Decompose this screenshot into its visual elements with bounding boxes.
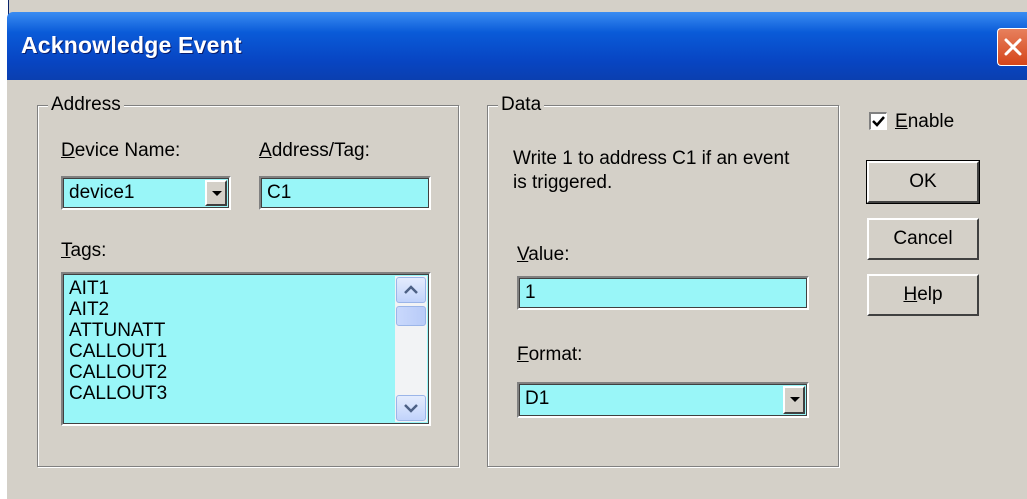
list-item[interactable]: ATTUNATT	[69, 320, 389, 341]
value-input[interactable]: 1	[517, 276, 809, 310]
data-group-title: Data	[498, 94, 545, 116]
address-tag-label: Address/Tag:	[259, 140, 370, 161]
device-name-dropdown[interactable]: device1	[61, 176, 231, 210]
format-dropdown[interactable]: D1	[517, 382, 809, 418]
data-description-line1: Write 1 to address C1 if an event	[513, 148, 790, 169]
tags-scrollbar[interactable]	[395, 276, 427, 422]
list-item[interactable]: CALLOUT2	[69, 362, 389, 383]
scroll-thumb[interactable]	[396, 306, 426, 326]
enable-checkbox[interactable]	[869, 112, 887, 130]
help-button-label: Help	[903, 284, 943, 305]
chevron-down-icon[interactable]	[783, 386, 805, 414]
cancel-button[interactable]: Cancel	[867, 218, 979, 260]
list-item[interactable]: CALLOUT3	[69, 383, 389, 404]
list-item[interactable]: AIT1	[69, 278, 389, 299]
dialog-window: Acknowledge Event Address Device Name: d…	[7, 0, 1027, 499]
format-value: D1	[525, 388, 550, 409]
tags-list: AIT1 AIT2 ATTUNATT CALLOUT1 CALLOUT2 CAL…	[69, 278, 389, 404]
list-item[interactable]: AIT2	[69, 299, 389, 320]
window-title: Acknowledge Event	[21, 32, 242, 58]
ok-button-label: OK	[909, 171, 937, 192]
ok-button[interactable]: OK	[866, 160, 980, 204]
data-description-line2: is triggered.	[513, 172, 613, 193]
chevron-down-icon[interactable]	[205, 180, 227, 206]
device-name-value: device1	[69, 182, 135, 203]
value-label: Value:	[517, 244, 570, 265]
enable-label[interactable]: Enable	[895, 111, 954, 133]
address-tag-value: C1	[267, 182, 292, 203]
title-bar[interactable]: Acknowledge Event	[7, 12, 1027, 80]
list-item[interactable]: CALLOUT1	[69, 341, 389, 362]
chevron-down-icon	[404, 404, 418, 413]
dialog-body: Address Device Name: device1 Address/Tag…	[7, 80, 1027, 499]
tags-label: Tags:	[61, 240, 107, 261]
address-tag-input[interactable]: C1	[259, 176, 431, 210]
value-input-value: 1	[525, 282, 536, 303]
format-label: Format:	[517, 344, 583, 365]
cancel-button-label: Cancel	[893, 228, 953, 249]
help-button[interactable]: Help	[867, 274, 979, 316]
device-name-label: Device Name:	[61, 140, 181, 161]
checkmark-icon	[872, 116, 885, 127]
scroll-down-button[interactable]	[396, 395, 426, 421]
scroll-up-button[interactable]	[396, 277, 426, 303]
tags-listbox[interactable]: AIT1 AIT2 ATTUNATT CALLOUT1 CALLOUT2 CAL…	[61, 272, 431, 426]
chevron-up-icon	[404, 285, 418, 294]
close-button[interactable]	[997, 28, 1027, 66]
address-group-title: Address	[48, 94, 124, 116]
close-icon	[1004, 38, 1022, 56]
